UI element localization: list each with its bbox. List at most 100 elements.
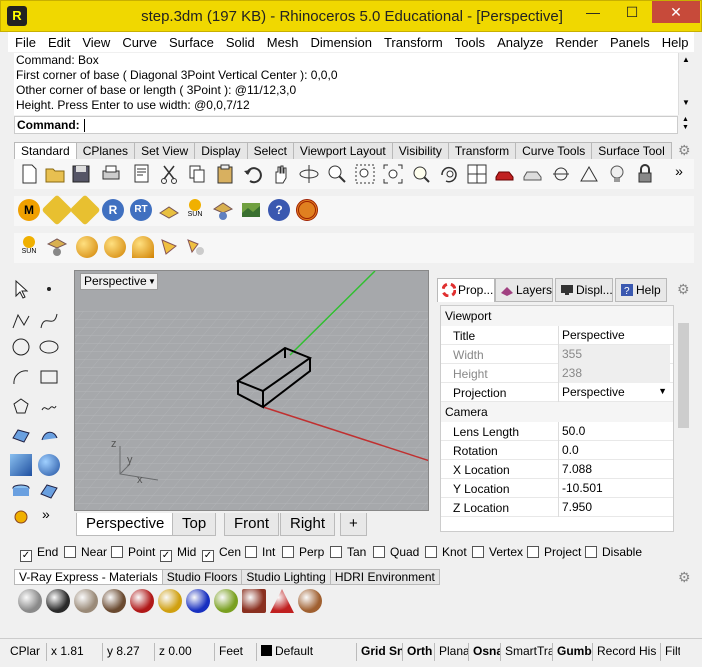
layer-indicator[interactable]: Default — [256, 643, 354, 661]
menu-file[interactable]: File — [8, 32, 41, 50]
plane-grid-icon[interactable] — [158, 199, 180, 221]
command-line[interactable]: Command: — [14, 116, 678, 134]
command-spinner[interactable]: ▲ ▼ — [678, 116, 693, 134]
tab-vray-materials[interactable]: V-Ray Express - Materials — [14, 569, 163, 585]
osnap-quad[interactable]: Quad — [373, 543, 419, 561]
zoom-extents-icon[interactable] — [382, 163, 404, 185]
material-swatch[interactable] — [130, 589, 154, 613]
x-location-field[interactable]: 7.088 — [558, 460, 670, 479]
sun-light-icon[interactable]: SUN — [18, 236, 40, 258]
light-linking-icon[interactable] — [184, 236, 206, 258]
select-arrow-icon[interactable] — [10, 278, 32, 300]
polygon-icon[interactable] — [10, 396, 32, 418]
rotate-view-icon[interactable] — [298, 163, 320, 185]
close-button[interactable]: ✕ — [652, 1, 700, 23]
toolbar-overflow-icon[interactable]: » — [668, 163, 690, 185]
sphere-solid-icon[interactable] — [38, 454, 60, 476]
rect-light-icon[interactable] — [104, 236, 126, 258]
filter-toggle[interactable]: Filt — [660, 643, 680, 661]
osnap-project[interactable]: Project — [527, 543, 581, 561]
point-light-icon[interactable] — [76, 236, 98, 258]
osnap-disable-checkbox[interactable] — [585, 546, 597, 558]
menu-transform[interactable]: Transform — [377, 32, 448, 50]
toolbar-gear-icon[interactable]: ⚙ — [678, 142, 694, 158]
osnap-mid[interactable]: ✓ Mid — [160, 543, 196, 562]
rectangle-icon[interactable] — [38, 366, 60, 388]
y-location-field[interactable]: -10.501 — [558, 479, 670, 498]
osnap-vertex[interactable]: Vertex — [472, 543, 523, 561]
menu-mesh[interactable]: Mesh — [260, 32, 304, 50]
osnap-tan[interactable]: Tan — [330, 543, 366, 561]
zoom-icon[interactable] — [326, 163, 348, 185]
osnap-project-checkbox[interactable] — [527, 546, 539, 558]
material-swatch[interactable] — [74, 589, 98, 613]
bump-icon[interactable] — [69, 194, 101, 226]
tab-properties[interactable]: Prop... — [437, 278, 495, 302]
zoom-selected-icon[interactable] — [410, 163, 432, 185]
scroll-down-arrow-icon[interactable]: ▼ — [679, 98, 693, 107]
material-swatch[interactable] — [158, 589, 182, 613]
revolve-icon[interactable] — [38, 424, 60, 446]
ortho-toggle[interactable]: Orth — [402, 643, 434, 661]
osnap-near[interactable]: Near — [64, 543, 107, 561]
tab-display[interactable]: Displ... — [555, 278, 613, 302]
open-folder-icon[interactable] — [44, 163, 66, 185]
osnap-cen[interactable]: ✓ Cen — [202, 543, 241, 562]
properties-doc-icon[interactable] — [130, 163, 152, 185]
menu-help[interactable]: Help — [655, 32, 694, 50]
tab-cplanes[interactable]: CPlanes — [75, 142, 136, 159]
dome-icon[interactable] — [46, 236, 68, 258]
tab-curve-tools[interactable]: Curve Tools — [515, 142, 593, 159]
tab-perspective[interactable]: Perspective — [76, 513, 175, 536]
osnap-mid-checkbox[interactable]: ✓ — [160, 550, 172, 562]
materials-gear-icon[interactable]: ⚙ — [678, 569, 691, 586]
material-swatch[interactable] — [186, 589, 210, 613]
help-icon[interactable]: ? — [268, 199, 290, 221]
osnap-perp[interactable]: Perp — [282, 543, 324, 561]
osnap-tan-checkbox[interactable] — [330, 546, 342, 558]
material-swatch[interactable] — [18, 589, 42, 613]
tab-transform[interactable]: Transform — [447, 142, 517, 159]
render-icon[interactable]: R — [102, 199, 124, 221]
paste-icon[interactable] — [214, 163, 236, 185]
tab-select[interactable]: Select — [246, 142, 294, 159]
osnap-vertex-checkbox[interactable] — [472, 546, 484, 558]
record-history-toggle[interactable]: Record His — [592, 643, 660, 661]
dome-light-icon[interactable] — [212, 199, 234, 221]
tab-viewport-layout[interactable]: Viewport Layout — [292, 142, 393, 159]
properties-scroll-thumb[interactable] — [678, 323, 689, 428]
perspective-viewport[interactable]: z y x — [74, 270, 429, 511]
osnap-icon[interactable] — [550, 163, 572, 185]
menu-edit[interactable]: Edit — [41, 32, 75, 50]
tab-front[interactable]: Front — [224, 513, 280, 536]
curve-icon[interactable] — [38, 310, 60, 332]
target-icon[interactable] — [296, 199, 318, 221]
gumball-toggle[interactable]: Gumb — [552, 643, 592, 661]
menu-surface[interactable]: Surface — [162, 32, 219, 50]
z-location-field[interactable]: 7.950 — [558, 498, 670, 517]
material-swatch[interactable] — [102, 589, 126, 613]
spot-light-icon[interactable] — [132, 236, 154, 258]
viewport-title[interactable]: Perspective — [80, 273, 158, 290]
tab-surface-tools[interactable]: Surface Tool — [591, 142, 672, 159]
osnap-int-checkbox[interactable] — [245, 546, 257, 558]
tab-hdri-environment[interactable]: HDRI Environment — [329, 569, 440, 585]
transform-icon[interactable] — [10, 506, 32, 528]
units-indicator[interactable]: Feet — [214, 643, 254, 661]
menu-render[interactable]: Render — [548, 32, 603, 50]
projection-dropdown-icon[interactable]: ▼ — [658, 386, 667, 396]
text-icon[interactable] — [38, 396, 60, 418]
rendered-car-icon[interactable] — [522, 163, 544, 185]
ellipse-icon[interactable] — [38, 336, 60, 358]
lock-icon[interactable] — [634, 163, 656, 185]
surface-icon[interactable] — [10, 424, 32, 446]
material-swatch[interactable] — [270, 589, 294, 613]
planar-toggle[interactable]: Plana — [434, 643, 468, 661]
tab-help[interactable]: ? Help — [615, 278, 667, 302]
title-field[interactable]: Perspective — [558, 326, 670, 345]
osnap-knot-checkbox[interactable] — [425, 546, 437, 558]
osnap-end-checkbox[interactable]: ✓ — [20, 550, 32, 562]
menu-solid[interactable]: Solid — [219, 32, 260, 50]
rotation-field[interactable]: 0.0 — [558, 441, 670, 460]
sidebar-overflow-icon[interactable]: » — [42, 506, 64, 528]
